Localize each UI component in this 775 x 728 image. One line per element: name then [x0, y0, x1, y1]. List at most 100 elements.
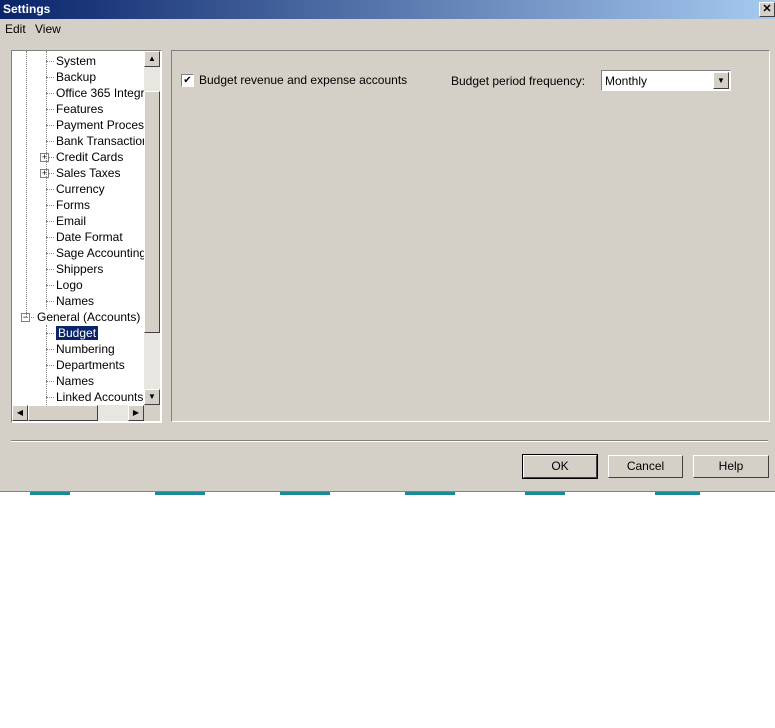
ok-button[interactable]: OK: [522, 454, 598, 479]
tree-guide-line: [46, 51, 47, 309]
menu-bar: Edit View: [0, 20, 775, 38]
tree-item[interactable]: Backup: [56, 69, 96, 85]
tree-connector: [46, 93, 54, 94]
tree-item-label: Sage Accounting I: [56, 246, 153, 260]
budget-accounts-checkbox[interactable]: ✔: [181, 74, 194, 87]
tree-item-label: Date Format: [56, 230, 123, 244]
tree-item-label: Bank Transactions: [56, 134, 155, 148]
tree-connector: [46, 221, 54, 222]
tree-item-label: Sales Taxes: [56, 166, 121, 180]
tree-item[interactable]: Sage Accounting I: [56, 245, 153, 261]
tree-item-label: Forms: [56, 198, 90, 212]
tree-item[interactable]: Email: [56, 213, 86, 229]
tree-connector: [46, 109, 54, 110]
expand-icon[interactable]: +: [40, 153, 49, 162]
tree-item[interactable]: Bank Transactions: [56, 133, 155, 149]
tree-connector: [46, 253, 54, 254]
period-frequency-label: Budget period frequency:: [451, 74, 586, 88]
tree-vertical-scrollbar[interactable]: ▲ ▼: [144, 51, 160, 405]
tree-item[interactable]: Numbering: [56, 341, 115, 357]
menu-view[interactable]: View: [35, 22, 61, 36]
tree-connector: [46, 125, 54, 126]
tree-item-label: General (Accounts): [37, 310, 141, 324]
scroll-right-button[interactable]: ▶: [128, 405, 144, 421]
scroll-up-button[interactable]: ▲: [144, 51, 160, 67]
tree-item[interactable]: Credit Cards: [56, 149, 123, 165]
budget-accounts-label[interactable]: Budget revenue and expense accounts: [199, 73, 407, 87]
menu-edit[interactable]: Edit: [5, 22, 26, 36]
tree-connector: [46, 189, 54, 190]
scrollbar-corner: [144, 405, 160, 421]
tree-item[interactable]: Names: [56, 293, 94, 309]
tree-item[interactable]: Names: [56, 373, 94, 389]
tree-hscroll-thumb[interactable]: [28, 405, 98, 421]
tree-connector: [46, 349, 54, 350]
tree-item[interactable]: Date Format: [56, 229, 123, 245]
arrow-right-icon: ▶: [132, 408, 140, 417]
tree-connector: [46, 285, 54, 286]
dropdown-button[interactable]: ▼: [713, 72, 729, 89]
tree-connector: [46, 205, 54, 206]
tree-item[interactable]: Currency: [56, 181, 105, 197]
help-button[interactable]: Help: [693, 455, 769, 478]
tree-connector: [46, 397, 54, 398]
cancel-button[interactable]: Cancel: [608, 455, 683, 478]
period-frequency-value: Monthly: [605, 74, 648, 88]
tree-item[interactable]: Features: [56, 101, 103, 117]
tree-item-label: Budget: [56, 326, 99, 340]
tree-item-label: System: [56, 54, 97, 68]
tree-connector: [46, 365, 54, 366]
separator: [11, 440, 768, 442]
tree-scroll-thumb[interactable]: [144, 91, 160, 333]
scroll-down-button[interactable]: ▼: [144, 389, 160, 405]
tree-item[interactable]: Budget: [56, 325, 99, 341]
tree-item[interactable]: Payment Processir: [56, 117, 157, 133]
chevron-down-icon: ▼: [717, 76, 725, 85]
settings-tree[interactable]: + + − System Backup Office 365 Integrat Featu…: [11, 50, 162, 423]
tree-connector: [46, 237, 54, 238]
tree-item-label: Names: [56, 374, 95, 388]
tree-item[interactable]: System: [56, 53, 96, 69]
tree-horizontal-scrollbar[interactable]: ◀ ▶: [12, 405, 144, 421]
background-artifact: [655, 492, 700, 495]
tree-item[interactable]: General (Accounts): [37, 309, 140, 325]
checkmark-icon: ✔: [183, 75, 192, 86]
tree-item-label: Names: [56, 294, 95, 308]
background-artifact: [280, 492, 330, 495]
tree-item[interactable]: Logo: [56, 277, 83, 293]
expand-icon[interactable]: +: [40, 169, 49, 178]
background-artifact: [405, 492, 455, 495]
background-artifact: [155, 492, 205, 495]
tree-connector: [46, 269, 54, 270]
tree-item[interactable]: Linked Accounts: [56, 389, 143, 405]
arrow-down-icon: ▼: [148, 392, 156, 401]
tree-item[interactable]: Forms: [56, 197, 90, 213]
arrow-up-icon: ▲: [148, 54, 156, 63]
close-button[interactable]: ✕: [759, 2, 775, 17]
period-frequency-select[interactable]: Monthly ▼: [601, 70, 731, 91]
tree-guide-line: [26, 51, 27, 317]
tree-item-label: Currency: [56, 182, 105, 196]
background-artifact: [30, 492, 70, 495]
tree-item-label: Departments: [56, 358, 125, 372]
tree-item-label: Numbering: [56, 342, 115, 356]
scroll-left-button[interactable]: ◀: [12, 405, 28, 421]
tree-connector: [46, 301, 54, 302]
tree-item[interactable]: Departments: [56, 357, 125, 373]
tree-item-label: Features: [56, 102, 104, 116]
tree-item[interactable]: Sales Taxes: [56, 165, 120, 181]
tree-item-label: Shippers: [56, 262, 104, 276]
settings-window: Settings ✕ Edit View + + − System Backup Off…: [0, 0, 775, 492]
close-icon: ✕: [762, 3, 772, 15]
tree-item-label: Credit Cards: [56, 150, 124, 164]
tree-connector: [46, 141, 54, 142]
budget-settings-panel: ✔ Budget revenue and expense accounts Bu…: [171, 50, 770, 422]
tree-item[interactable]: Shippers: [56, 261, 103, 277]
tree-item[interactable]: Office 365 Integrat: [56, 85, 155, 101]
tree-connector: [46, 381, 54, 382]
tree-guide-line: [46, 325, 47, 405]
tree-item-label: Office 365 Integrat: [56, 86, 155, 100]
window-title: Settings: [3, 2, 51, 16]
title-bar[interactable]: Settings ✕: [0, 0, 775, 19]
tree-item-label: Backup: [56, 70, 97, 84]
